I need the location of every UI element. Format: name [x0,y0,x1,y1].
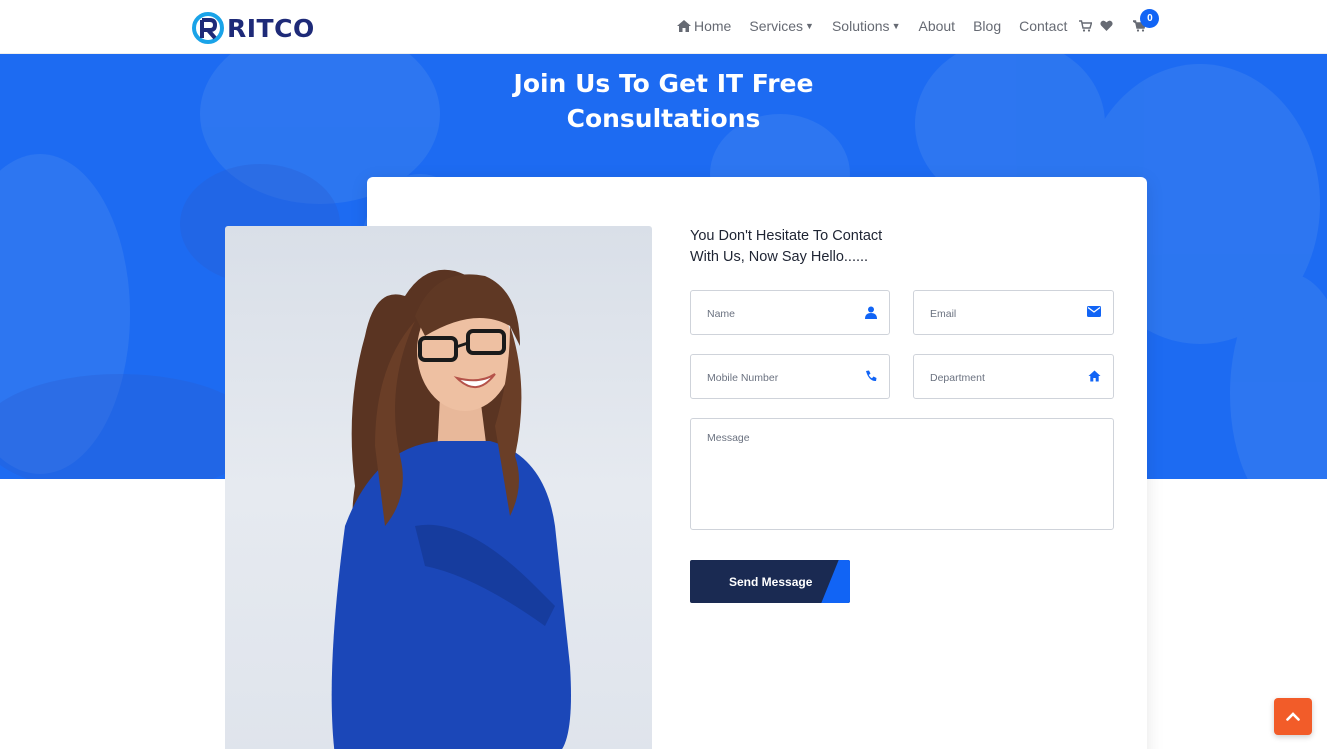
send-message-label: Send Message [729,574,813,589]
form-heading: You Don't Hesitate To Contact With Us, N… [690,226,950,268]
department-field[interactable]: Department [913,354,1114,399]
cart-button[interactable]: 0 [1133,9,1160,32]
button-accent-stripe [821,560,850,603]
brand-logo[interactable]: RITCO [191,9,315,47]
hero-title: Join Us To Get IT Free Consultations [0,66,1327,136]
scroll-to-top-button[interactable] [1274,698,1312,735]
site-header: RITCO Home Services ▼ Solutions ▼ About … [0,0,1327,54]
nav-services[interactable]: Services ▼ [749,18,814,34]
nav-home[interactable]: Home [676,18,731,34]
send-message-button[interactable]: Send Message [690,560,850,603]
woman-illustration [331,269,572,749]
department-placeholder: Department [930,372,985,384]
name-field[interactable]: Name [690,290,890,335]
compare-cart-icon[interactable] [1079,20,1093,32]
chevron-down-icon: ▼ [805,21,814,31]
mobile-placeholder: Mobile Number [707,372,779,384]
name-placeholder: Name [707,308,736,320]
form-heading-line1: You Don't Hesitate To Contact [690,228,883,244]
message-field[interactable]: Message [690,418,1114,530]
email-placeholder: Email [930,308,957,320]
logo-mark-icon [192,12,224,44]
nav-blog-label: Blog [973,18,1002,34]
nav-contact[interactable]: Contact [1019,18,1067,34]
chevron-down-icon: ▼ [891,21,901,31]
phone-icon [866,370,877,382]
chevron-up-icon [1286,712,1300,721]
user-icon [865,306,877,319]
heart-icon[interactable] [1100,20,1113,32]
envelope-icon [1087,306,1101,317]
message-placeholder: Message [707,432,750,444]
nav-contact-label: Contact [1019,18,1068,34]
contact-person-photo [225,226,652,749]
email-field[interactable]: Email [913,290,1114,335]
nav-solutions-label: Solutions [831,18,890,34]
mobile-number-field[interactable]: Mobile Number [690,354,890,399]
brand-name: RITCO [227,13,315,43]
nav-about[interactable]: About [918,18,955,34]
hero-title-line1: Join Us To Get IT Free [513,69,814,98]
main-nav: Home Services ▼ Solutions ▼ About Blog C… [676,9,1160,36]
nav-blog[interactable]: Blog [973,18,1001,34]
nav-solutions[interactable]: Solutions ▼ [832,18,901,34]
nav-icons: 0 [1079,9,1160,32]
hero-title-line2: Consultations [566,104,761,133]
home-icon [677,20,691,32]
nav-about-label: About [918,18,956,34]
home-icon [1088,370,1101,382]
nav-home-label: Home [694,18,732,34]
cart-count-badge: 0 [1140,9,1160,28]
form-heading-line2: With Us, Now Say Hello...... [690,249,869,265]
nav-services-label: Services [749,18,804,34]
